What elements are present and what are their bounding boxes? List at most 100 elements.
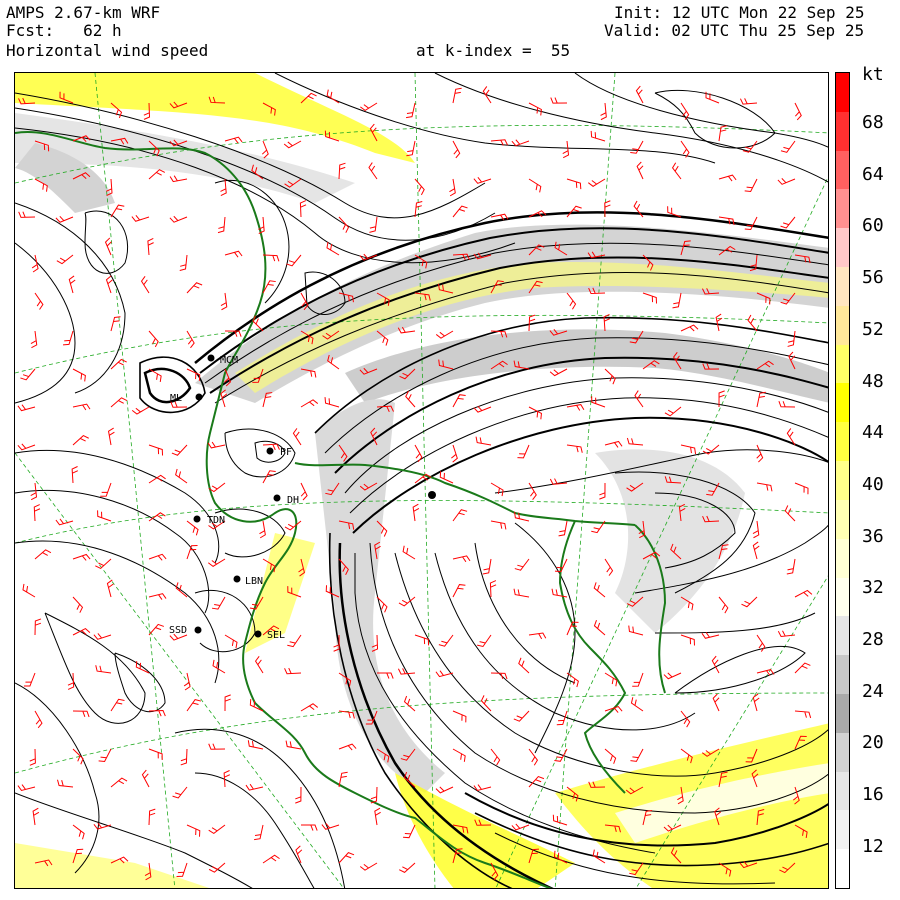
- colorbar-segment: [836, 228, 849, 268]
- wind-barb: [630, 697, 644, 712]
- wind-barb: [452, 205, 468, 218]
- init-time: Init: 12 UTC Mon 22 Sep 25: [614, 3, 865, 22]
- wind-barb: [566, 292, 577, 310]
- wind-barb: [778, 401, 796, 408]
- wind-barb: [528, 775, 545, 788]
- station-dh[interactable]: DH: [273, 494, 300, 507]
- colorbar-segment: [836, 849, 849, 889]
- wind-barb: [72, 824, 85, 840]
- wind-barb: [72, 434, 89, 446]
- color-scale-bar: [835, 72, 850, 889]
- wind-barb: [30, 330, 38, 349]
- wind-barb: [186, 545, 198, 560]
- colorbar-tick-label: 36: [862, 525, 884, 547]
- wind-barb: [511, 139, 530, 147]
- colorbar-tick-label: 64: [862, 163, 884, 185]
- wind-barb: [787, 330, 796, 347]
- wind-barb: [93, 633, 112, 640]
- wind-barb: [110, 777, 128, 788]
- wind-barb: [680, 324, 699, 332]
- wind-barb: [752, 541, 760, 560]
- wind-barb: [482, 558, 492, 575]
- colorbar-segment: [836, 616, 849, 656]
- colorbar-tick-label: 24: [862, 680, 884, 702]
- wind-barb: [147, 237, 154, 256]
- wind-barb: [473, 177, 492, 184]
- wind-barb: [169, 175, 188, 183]
- station-tdn[interactable]: TDN: [193, 515, 226, 526]
- wind-barb: [110, 204, 125, 218]
- wind-barb: [300, 482, 308, 501]
- wind-barb: [179, 254, 188, 271]
- wind-barb: [784, 505, 796, 522]
- colorbar-segment: [836, 577, 849, 617]
- wind-barb: [566, 444, 583, 453]
- wind-barb: [794, 102, 802, 121]
- wind-barb: [593, 582, 606, 598]
- colorbar-segment: [836, 383, 849, 423]
- wind-barb: [148, 808, 156, 826]
- station-ssd[interactable]: SSD: [169, 625, 202, 636]
- wind-map: MCM ML PF DH TDN LBN SSD SEL: [14, 72, 829, 889]
- wind-barb: [756, 482, 773, 492]
- wind-barb: [72, 596, 84, 613]
- station-label: TDN: [207, 515, 225, 526]
- wind-barb: [224, 694, 231, 712]
- station-label: LBN: [245, 576, 263, 587]
- wind-barb: [794, 662, 811, 674]
- wind-barb: [34, 618, 42, 636]
- wind-barb: [62, 330, 74, 346]
- colorbar-segment: [836, 73, 849, 113]
- station-dot[interactable]: [428, 491, 436, 499]
- colorbar-segment: [836, 344, 849, 384]
- wind-barb: [528, 178, 542, 193]
- wind-barb: [72, 368, 86, 382]
- level-index: at k-index = 55: [416, 41, 571, 60]
- station-label: ML: [170, 393, 182, 404]
- wind-barb: [100, 482, 112, 497]
- wind-barb: [590, 130, 606, 142]
- wind-barb: [300, 703, 319, 712]
- wind-barb: [55, 518, 74, 526]
- colorbar-unit: kt: [862, 64, 884, 85]
- wind-barb: [110, 397, 128, 408]
- station-lbn[interactable]: LBN: [233, 575, 264, 588]
- wind-barb: [718, 174, 737, 182]
- wind-barb: [642, 292, 658, 304]
- wind-barb: [223, 770, 231, 788]
- wind-barb: [718, 596, 729, 614]
- wind-barb: [528, 632, 547, 640]
- wind-barb: [17, 784, 36, 792]
- wind-barb: [664, 406, 682, 417]
- wind-barb: [183, 672, 191, 691]
- wind-barb: [224, 250, 243, 258]
- wind-barb: [558, 520, 568, 537]
- station-pf[interactable]: PF: [266, 447, 293, 458]
- wind-barb: [473, 784, 492, 792]
- wind-barb: [148, 512, 166, 522]
- wind-barb: [324, 397, 340, 408]
- colorbar-segment: [836, 461, 849, 501]
- colorbar-tick-label: 28: [862, 629, 884, 650]
- wind-barb: [171, 444, 188, 456]
- wind-barb: [556, 710, 568, 726]
- wind-barb: [513, 710, 530, 722]
- wind-barb: [284, 667, 302, 675]
- wind-barb: [786, 558, 796, 575]
- wind-barb: [528, 482, 537, 501]
- wind-barb: [671, 162, 682, 180]
- wind-barb: [326, 241, 340, 256]
- wind-barb: [752, 693, 760, 712]
- wind-barb: [604, 200, 611, 218]
- wind-barb: [587, 178, 606, 187]
- wind-barb: [34, 710, 43, 729]
- wind-barb: [34, 292, 44, 310]
- wind-barb: [412, 503, 420, 522]
- wind-barb: [299, 200, 307, 218]
- wind-barb: [452, 394, 466, 408]
- wind-barb: [254, 824, 264, 841]
- colorbar-segment: [836, 693, 849, 734]
- wind-barb: [777, 178, 796, 185]
- wind-barb: [604, 368, 616, 385]
- wind-barb: [208, 824, 226, 835]
